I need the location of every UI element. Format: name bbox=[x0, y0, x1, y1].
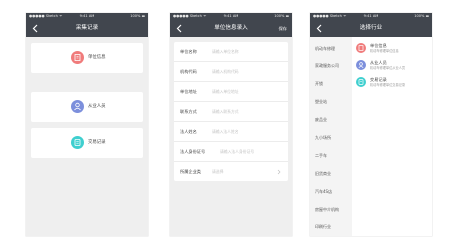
card-unit-info[interactable]: 单位信息 bbox=[31, 43, 143, 73]
header: ●●●●● Sketch ᯤ 9:41 AM 100% ▬ 单位信息录入 保存 bbox=[170, 13, 292, 37]
field-label: 所属企业类 bbox=[180, 169, 201, 174]
back-arrow-icon[interactable] bbox=[31, 24, 40, 33]
industry-item[interactable]: 汽车4S店 bbox=[310, 184, 352, 200]
nav-bar: 采集记录 bbox=[26, 20, 148, 37]
back-arrow-icon[interactable] bbox=[175, 24, 184, 33]
industry-item[interactable]: 家政服务公司 bbox=[310, 58, 352, 74]
field-label: 机构代码 bbox=[180, 69, 197, 74]
chevron-right-icon bbox=[276, 169, 282, 175]
form-row-enterprise-type[interactable]: 所属企业类 请选择 bbox=[174, 162, 288, 182]
header: ●●●●● Sketch ᯤ 9:41 AM 100% ▬ 采集记录 bbox=[26, 13, 148, 37]
status-battery: 100% ▬ bbox=[414, 14, 429, 18]
enterprise-type-select[interactable]: 请选择 bbox=[212, 162, 223, 182]
option-title: 交易记录 bbox=[370, 77, 387, 82]
industry-item[interactable]: 旧货商业 bbox=[310, 166, 352, 182]
header: ●●●●● Sketch ᯤ 9:41 AM 100% ▬ 选择行业 bbox=[310, 13, 432, 37]
person-icon bbox=[71, 100, 84, 113]
industry-item[interactable]: 房屋中介机构 bbox=[310, 202, 352, 218]
industry-item[interactable]: 机动车修理 bbox=[310, 41, 352, 57]
status-bar: ●●●●● Sketch ᯤ 9:41 AM 100% ▬ bbox=[26, 13, 148, 20]
status-bar: ●●●●● Sketch ᯤ 9:41 AM 100% ▬ bbox=[310, 13, 432, 20]
record-icon bbox=[356, 77, 366, 87]
industry-item[interactable]: 二手车 bbox=[310, 148, 352, 164]
card-transactions[interactable]: 交易记录 bbox=[31, 128, 143, 158]
field-label: 法人姓名 bbox=[180, 129, 197, 134]
record-icon bbox=[71, 136, 84, 149]
field-label: 法人身份证号 bbox=[180, 149, 206, 154]
status-battery: 100% ▬ bbox=[274, 14, 289, 18]
form-row-contact[interactable]: 联系方式 请输入联系方式 bbox=[174, 102, 288, 122]
status-bar: ●●●●● Sketch ᯤ 9:41 AM 100% ▬ bbox=[170, 13, 292, 20]
industry-item[interactable]: 印刷行业 bbox=[310, 219, 352, 235]
option-employees[interactable]: 从业人员 机动车修理单位从业人员 bbox=[356, 58, 432, 72]
nav-bar: 单位信息录入 保存 bbox=[170, 20, 292, 37]
legal-name-input[interactable]: 请输入法人姓名 bbox=[212, 122, 239, 142]
save-button[interactable]: 保存 bbox=[279, 20, 287, 37]
option-desc: 机动车修理单位信息 bbox=[370, 49, 399, 53]
phone-screen-select-industry: ●●●●● Sketch ᯤ 9:41 AM 100% ▬ 选择行业 机动车修理… bbox=[310, 13, 432, 236]
option-unit-info[interactable]: 单位信息 机动车修理单位信息 bbox=[356, 41, 432, 55]
phone-screen-unit-info-entry: ●●●●● Sketch ᯤ 9:41 AM 100% ▬ 单位信息录入 保存 … bbox=[170, 13, 292, 236]
card-label: 单位信息 bbox=[88, 55, 106, 60]
card-employees[interactable]: 从业人员 bbox=[31, 92, 143, 122]
record-type-list: 单位信息 机动车修理单位信息 从业人员 机动车修理单位从业人员 交易记录 机动车… bbox=[352, 37, 432, 236]
phone-screen-collection-records: ●●●●● Sketch ᯤ 9:41 AM 100% ▬ 采集记录 单位信息 … bbox=[26, 13, 148, 236]
option-desc: 机动车修理单位交易记录 bbox=[370, 83, 406, 87]
field-label: 单位名称 bbox=[180, 49, 197, 54]
nav-bar: 选择行业 bbox=[310, 20, 432, 37]
form-row-legal-name[interactable]: 法人姓名 请输入法人姓名 bbox=[174, 122, 288, 142]
card-label: 从业人员 bbox=[88, 104, 106, 109]
field-label: 单位地址 bbox=[180, 89, 197, 94]
option-title: 单位信息 bbox=[370, 43, 387, 48]
field-label: 联系方式 bbox=[180, 109, 197, 114]
back-arrow-icon[interactable] bbox=[315, 24, 324, 33]
building-icon bbox=[356, 43, 366, 53]
person-icon bbox=[356, 60, 366, 70]
form-row-legal-id[interactable]: 法人身份证号 请输入法人身份证号 bbox=[174, 142, 288, 162]
industry-list: 机动车修理 家政服务公司 开锁 塑业站 废品业 九小场所 二手车 旧货商业 汽车… bbox=[310, 37, 352, 236]
option-desc: 机动车修理单位从业人员 bbox=[370, 66, 406, 70]
legal-id-input[interactable]: 请输入法人身份证号 bbox=[220, 142, 254, 162]
page-title: 单位信息录入 bbox=[214, 25, 248, 31]
form-row-unit-address[interactable]: 单位地址 请输入单位地址 bbox=[174, 82, 288, 102]
form-row-org-code[interactable]: 机构代码 请输入机构代码 bbox=[174, 62, 288, 82]
option-transactions[interactable]: 交易记录 机动车修理单位交易记录 bbox=[356, 75, 432, 89]
card-label: 交易记录 bbox=[88, 140, 106, 145]
industry-item[interactable]: 废品业 bbox=[310, 112, 352, 128]
unit-info-form: 单位名称 请输入单位名称 机构代码 请输入机构代码 单位地址 请输入单位地址 联… bbox=[174, 42, 288, 181]
page-title: 采集记录 bbox=[75, 25, 99, 31]
industry-item[interactable]: 开锁 bbox=[310, 76, 352, 92]
option-title: 从业人员 bbox=[370, 60, 387, 65]
status-battery: 100% ▬ bbox=[130, 14, 145, 18]
contact-input[interactable]: 请输入联系方式 bbox=[212, 102, 239, 122]
unit-address-input[interactable]: 请输入单位地址 bbox=[212, 82, 239, 102]
org-code-input[interactable]: 请输入机构代码 bbox=[212, 62, 239, 82]
industry-item[interactable]: 九小场所 bbox=[310, 130, 352, 146]
building-icon bbox=[71, 51, 84, 64]
industry-item[interactable]: 塑业站 bbox=[310, 94, 352, 110]
page-title: 选择行业 bbox=[359, 25, 383, 31]
unit-name-input[interactable]: 请输入单位名称 bbox=[212, 42, 239, 62]
form-row-unit-name[interactable]: 单位名称 请输入单位名称 bbox=[174, 42, 288, 62]
